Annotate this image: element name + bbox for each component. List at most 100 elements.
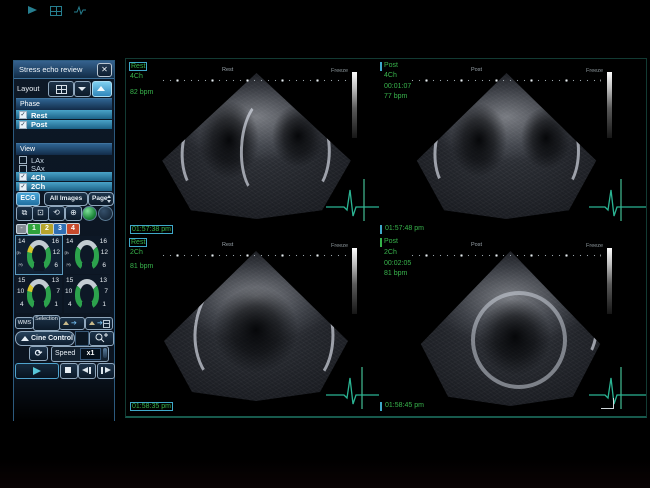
wms-button[interactable]: WMS [15,317,34,329]
preview-tool-button[interactable]: ⊡ [32,206,49,221]
export-delete-button[interactable]: ➔ [85,317,113,330]
quadrant-post-4ch[interactable]: Post 4Ch 00:01:07 77 bpm Post Freeze [379,59,646,223]
speed-scrollbar[interactable] [103,348,107,358]
score-2-button[interactable]: 2 [40,223,54,235]
view-label: 4Ch [384,72,397,79]
play-button[interactable] [15,363,59,379]
view-item-2ch[interactable]: 2Ch [16,182,112,191]
cine-control-row: Cine Control [14,331,114,344]
mini-phase-label: Post [471,67,482,73]
quadrant-rest-4ch[interactable]: Rest 4Ch 82 bpm Rest Freeze [126,59,379,223]
checkbox[interactable] [19,183,27,191]
step-forward-button[interactable] [97,363,115,379]
triangle-up-icon [97,86,105,91]
ecg-button[interactable]: ECG [16,192,40,206]
view-section-header: View [16,143,112,155]
bullseye-4ch-rest[interactable]: 14 16 9 12 3 6 [16,236,62,274]
grayscale-bar [607,72,612,138]
quadrant-rest-2ch[interactable]: Rest 2Ch 81 bpm Rest Freeze [126,223,379,416]
collapse-panel-button[interactable] [92,81,112,97]
segment-ring[interactable] [75,279,99,309]
freeze-label: Freeze [331,243,348,249]
all-images-button[interactable]: All Images [44,192,88,206]
heart-rate: 82 bpm [130,89,153,96]
view-label: 4Ch [130,73,143,80]
bullseye-icon[interactable] [98,206,113,221]
ecg-trace [324,365,379,411]
grayscale-bar [352,248,357,314]
segment-ring[interactable] [27,279,51,309]
pennant-icon [28,6,37,14]
select-image-tool-button[interactable]: ⧉ [16,206,33,221]
ultrasound-image [409,73,604,219]
panel-title-bar[interactable]: Stress echo review ✕ [14,61,114,79]
speed-label: Speed [55,350,75,357]
arrow-right-icon: ➔ [97,320,103,327]
timestamp-rest-4ch: 01:57:38 pm [130,225,173,234]
score-minus-button[interactable]: - [16,224,27,234]
bullseye-4ch-post[interactable]: 14 16 9 12 3 6 [64,236,110,274]
depth-ruler [160,79,350,82]
ecg-trace [587,177,646,223]
crosshair-tool-button[interactable]: ⊕ [65,206,82,221]
wall-motion-diagrams: 14 16 9 12 3 6 14 16 9 12 3 6 15 13 10 7… [14,236,114,313]
page-button[interactable]: Page [88,192,114,206]
grid-2x2-icon [56,85,67,94]
score-3-button[interactable]: 3 [53,223,67,235]
cine-value-box [75,331,89,346]
ecg-trace [324,177,379,223]
speed-value[interactable]: x1 [80,348,101,360]
step-back-button[interactable] [78,363,96,379]
view-item-sax[interactable]: SAx [16,164,112,172]
cine-control-header[interactable]: Cine Control [15,331,75,346]
triangle-icon [63,321,69,325]
ultrasound-image [413,251,608,406]
grayscale-bar [607,248,612,314]
zoom-plus-button[interactable] [89,331,114,346]
stop-button[interactable] [60,363,78,379]
mode-button-row: ECG All Images Page [14,192,114,205]
mini-phase-label: Rest [222,242,233,248]
spinner-icon[interactable] [107,195,111,203]
depth-ruler [409,79,601,82]
checkbox[interactable] [19,111,27,119]
phase-item-post[interactable]: Post [16,120,112,129]
speed-control[interactable]: Speed x1 [51,346,109,362]
loop-button[interactable]: ⟳ [29,346,48,361]
checkbox[interactable] [19,173,27,181]
selection-button[interactable]: Selection [33,315,60,331]
phase-label: Rest [129,238,147,247]
step-back-icon [82,367,88,373]
play-icon [33,367,41,375]
score-4-button[interactable]: 4 [66,223,80,235]
grayscale-bar [352,72,357,138]
checkbox[interactable] [19,121,27,129]
view-item-lax[interactable]: LAx [16,155,112,163]
phase-item-rest[interactable]: Rest [16,110,112,119]
freeze-label: Freeze [586,68,603,74]
layout-dropdown-button[interactable] [74,81,91,97]
step-forward-icon [105,367,111,373]
bullseye-2ch-rest[interactable]: 15 13 10 7 4 1 [16,275,62,313]
layout-grid-button[interactable] [48,81,74,97]
rotate-tool-button[interactable]: ⟲ [48,206,65,221]
screen-top-icons [28,5,108,17]
stress-echo-review-panel: Stress echo review ✕ Layout Phase Rest P… [13,60,115,421]
triangle-up-icon [21,336,29,341]
heart-rate: 81 bpm [384,270,407,277]
bullseye-2ch-post[interactable]: 15 13 10 7 4 1 [64,275,110,313]
phase-indicator-bar [380,62,382,71]
score-button-row: - 1 2 3 4 [14,223,114,234]
export-button[interactable]: ➔ [59,317,85,330]
segment-ring[interactable] [75,240,99,270]
mini-phase-label: Post [471,242,482,248]
mini-phase-label: Rest [222,67,233,73]
arrow-right-icon: ➔ [71,320,77,327]
segment-ring[interactable] [27,240,51,270]
quadrant-post-2ch[interactable]: Post 2Ch 00:02:05 81 bpm Post Freeze [379,223,646,416]
heart-rate: 77 bpm [384,93,407,100]
bullseye-active-icon[interactable] [82,206,97,221]
close-icon[interactable]: ✕ [97,63,112,77]
view-item-4ch[interactable]: 4Ch [16,172,112,181]
score-1-button[interactable]: 1 [27,223,41,235]
